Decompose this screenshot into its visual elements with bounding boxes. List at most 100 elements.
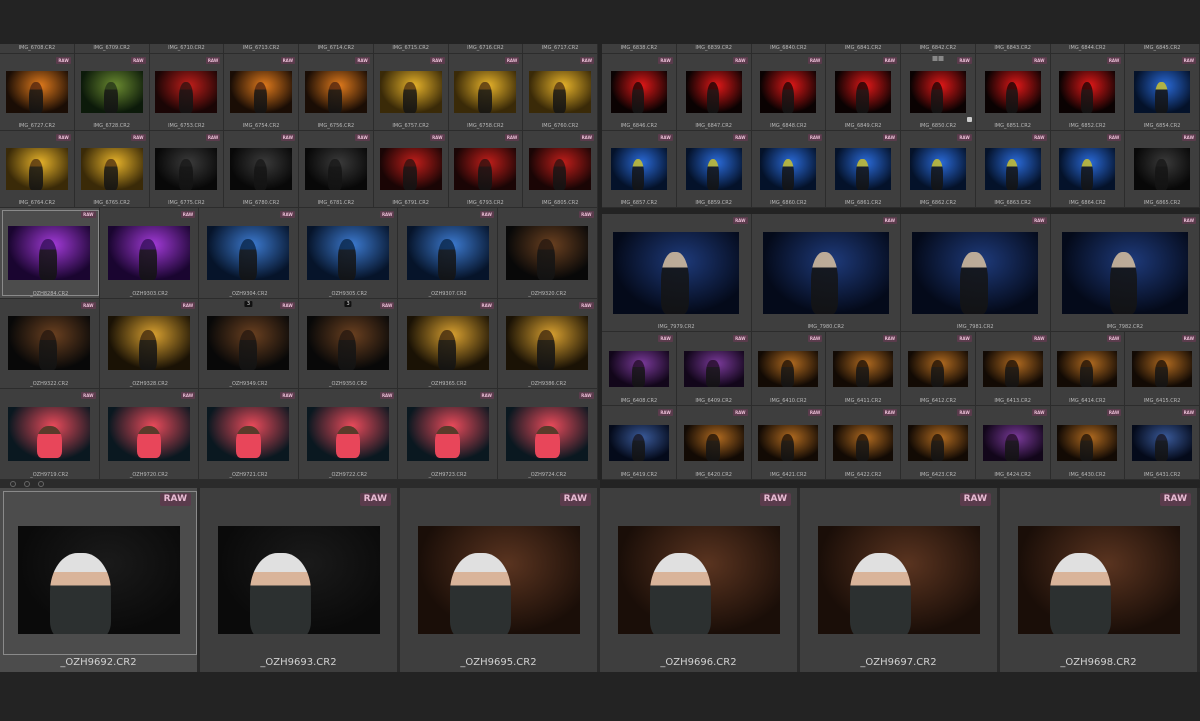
photo-cell[interactable]: RAW IMG_6865.CR2 bbox=[1125, 131, 1200, 208]
photo-cell[interactable]: RAW IMG_6758.CR2 bbox=[448, 54, 524, 131]
photo-cell[interactable]: RAW IMG_6423.CR2 bbox=[901, 406, 976, 480]
photo-cell[interactable]: RAW IMG_6409.CR2 bbox=[676, 332, 752, 406]
photo-cell[interactable]: RAW IMG_6781.CR2 bbox=[299, 131, 374, 208]
photo-cell[interactable]: RAW IMG_6412.CR2 bbox=[901, 332, 976, 406]
photo-cell[interactable]: RAW IMG_6863.CR2 bbox=[975, 131, 1051, 208]
photo-cell-header[interactable]: IMG_6710.CR2 bbox=[149, 44, 225, 54]
photo-cell-header[interactable]: IMG_6841.CR2 bbox=[826, 44, 901, 54]
photo-cell[interactable]: RAW _OZH9328.CR2 bbox=[99, 298, 200, 390]
file-name: IMG_7982.CR2 bbox=[1106, 324, 1144, 330]
photo-cell[interactable]: RAW 3 _OZH9349.CR2 bbox=[199, 298, 299, 390]
photo-cell-header[interactable]: IMG_6845.CR2 bbox=[1125, 44, 1200, 54]
photo-cell[interactable]: RAW IMG_7979.CR2 bbox=[602, 214, 752, 332]
photo-cell[interactable]: RAW IMG_6414.CR2 bbox=[1050, 332, 1126, 406]
photo-cell[interactable]: RAW IMG_6419.CR2 bbox=[602, 406, 677, 480]
photo-cell[interactable]: RAW IMG_6854.CR2 bbox=[1125, 54, 1200, 131]
photo-cell[interactable]: RAW _OZH9320.CR2 bbox=[497, 208, 598, 299]
photo-cell-header[interactable]: IMG_6713.CR2 bbox=[224, 44, 299, 54]
photo-cell[interactable]: RAW _OZH9303.CR2 bbox=[99, 208, 200, 299]
photo-cell[interactable]: RAW IMG_6411.CR2 bbox=[826, 332, 901, 406]
photo-cell[interactable]: RAW _OZH9723.CR2 bbox=[398, 389, 498, 480]
photo-cell[interactable]: RAW _OZH9697.CR2 bbox=[800, 488, 1000, 672]
photo-cell[interactable]: RAW _OZH9365.CR2 bbox=[398, 298, 498, 390]
photo-cell[interactable]: RAW IMG_6415.CR2 bbox=[1125, 332, 1200, 406]
photo-cell-header[interactable]: IMG_6840.CR2 bbox=[751, 44, 827, 54]
stack-count-badge[interactable]: 3 bbox=[344, 300, 352, 307]
photo-cell[interactable]: RAW IMG_6780.CR2 bbox=[224, 131, 299, 208]
photo-cell[interactable]: RAW IMG_6424.CR2 bbox=[975, 406, 1051, 480]
photo-cell[interactable]: RAW _OZH9386.CR2 bbox=[497, 298, 598, 390]
photo-cell[interactable]: RAW _OZH9724.CR2 bbox=[497, 389, 598, 480]
photo-cell-header[interactable]: IMG_6709.CR2 bbox=[74, 44, 150, 54]
photo-cell[interactable]: RAW IMG_6791.CR2 bbox=[373, 131, 449, 208]
photo-cell-header[interactable]: IMG_6842.CR2 bbox=[901, 44, 976, 54]
photo-cell[interactable]: RAW IMG_6847.CR2 bbox=[676, 54, 752, 131]
photo-cell[interactable]: RAW IMG_6846.CR2 bbox=[602, 54, 677, 131]
photo-thumbnail bbox=[1059, 148, 1116, 190]
photo-cell[interactable]: RAW _OZH9693.CR2 bbox=[200, 488, 400, 672]
photo-cell[interactable]: RAW _OZH9322.CR2 bbox=[0, 298, 100, 390]
photo-cell[interactable]: RAW _OZH8284.CR2 bbox=[0, 208, 100, 299]
photo-cell[interactable]: RAW _OZH9695.CR2 bbox=[400, 488, 600, 672]
photo-cell[interactable]: RAW _OZH9307.CR2 bbox=[398, 208, 498, 299]
photo-cell[interactable]: RAW IMG_6862.CR2 bbox=[901, 131, 976, 208]
photo-cell[interactable]: RAW IMG_6852.CR2 bbox=[1050, 54, 1126, 131]
photo-cell[interactable]: RAW IMG_6753.CR2 bbox=[149, 54, 225, 131]
photo-cell[interactable]: RAW IMG_6421.CR2 bbox=[751, 406, 827, 480]
photo-cell[interactable]: RAW _OZH9696.CR2 bbox=[600, 488, 800, 672]
photo-cell[interactable]: RAW IMG_6754.CR2 bbox=[224, 54, 299, 131]
photo-cell[interactable]: RAW IMG_6850.CR2 bbox=[901, 54, 976, 131]
photo-cell-header[interactable]: IMG_6843.CR2 bbox=[975, 44, 1051, 54]
photo-cell[interactable]: RAW IMG_6849.CR2 bbox=[826, 54, 901, 131]
photo-cell[interactable]: RAW _OZH9305.CR2 bbox=[298, 208, 399, 299]
photo-cell[interactable]: RAW IMG_6765.CR2 bbox=[74, 131, 150, 208]
photo-cell[interactable]: RAW IMG_6764.CR2 bbox=[0, 131, 75, 208]
photo-cell[interactable]: RAW IMG_6860.CR2 bbox=[751, 131, 827, 208]
photo-cell[interactable]: RAW IMG_7981.CR2 bbox=[901, 214, 1051, 332]
photo-cell[interactable]: RAW _OZH9722.CR2 bbox=[298, 389, 399, 480]
photo-cell[interactable]: RAW IMG_6757.CR2 bbox=[373, 54, 449, 131]
photo-cell[interactable]: RAW IMG_6859.CR2 bbox=[676, 131, 752, 208]
pick-flag-icon[interactable] bbox=[966, 117, 972, 122]
photo-cell[interactable]: RAW IMG_6756.CR2 bbox=[299, 54, 374, 131]
photo-cell[interactable]: RAW IMG_6727.CR2 bbox=[0, 54, 75, 131]
photo-cell[interactable]: RAW IMG_6420.CR2 bbox=[676, 406, 752, 480]
photo-cell[interactable]: RAW IMG_6775.CR2 bbox=[149, 131, 225, 208]
photo-cell[interactable]: RAW _OZH9719.CR2 bbox=[0, 389, 100, 480]
photo-cell[interactable]: RAW _OZH9304.CR2 bbox=[199, 208, 299, 299]
stack-count-badge[interactable]: 3 bbox=[244, 300, 253, 307]
photo-cell[interactable]: RAW IMG_7980.CR2 bbox=[751, 214, 901, 332]
photo-cell-header[interactable]: IMG_6715.CR2 bbox=[373, 44, 449, 54]
photo-cell[interactable]: RAW IMG_6413.CR2 bbox=[975, 332, 1051, 406]
photo-cell[interactable]: RAW IMG_6728.CR2 bbox=[74, 54, 150, 131]
photo-cell[interactable]: RAW IMG_6793.CR2 bbox=[448, 131, 524, 208]
photo-cell-header[interactable]: IMG_6844.CR2 bbox=[1050, 44, 1126, 54]
photo-cell[interactable]: RAW IMG_6422.CR2 bbox=[826, 406, 901, 480]
photo-cell[interactable]: RAW IMG_6864.CR2 bbox=[1050, 131, 1126, 208]
toolbar-circle-icon[interactable] bbox=[38, 481, 44, 487]
photo-cell[interactable]: RAW IMG_7982.CR2 bbox=[1050, 214, 1200, 332]
photo-cell[interactable]: RAW _OZH9692.CR2 bbox=[0, 488, 200, 672]
photo-cell-header[interactable]: IMG_6714.CR2 bbox=[299, 44, 374, 54]
photo-cell[interactable]: RAW IMG_6805.CR2 bbox=[523, 131, 598, 208]
photo-cell[interactable]: RAW _OZH9698.CR2 bbox=[1000, 488, 1200, 672]
toolbar-circle-icon[interactable] bbox=[10, 481, 16, 487]
photo-cell[interactable]: RAW IMG_6760.CR2 bbox=[523, 54, 598, 131]
photo-cell-header[interactable]: IMG_6838.CR2 bbox=[602, 44, 677, 54]
photo-cell[interactable]: RAW IMG_6861.CR2 bbox=[826, 131, 901, 208]
photo-cell[interactable]: RAW IMG_6851.CR2 bbox=[975, 54, 1051, 131]
photo-cell-header[interactable]: IMG_6839.CR2 bbox=[676, 44, 752, 54]
photo-cell[interactable]: RAW _OZH9721.CR2 bbox=[199, 389, 299, 480]
photo-cell[interactable]: RAW _OZH9720.CR2 bbox=[99, 389, 200, 480]
photo-cell-header[interactable]: IMG_6717.CR2 bbox=[523, 44, 598, 54]
photo-cell[interactable]: RAW IMG_6857.CR2 bbox=[602, 131, 677, 208]
photo-cell-header[interactable]: IMG_6708.CR2 bbox=[0, 44, 75, 54]
photo-cell[interactable]: RAW IMG_6848.CR2 bbox=[751, 54, 827, 131]
photo-cell-header[interactable]: IMG_6716.CR2 bbox=[448, 44, 524, 54]
photo-cell[interactable]: RAW IMG_6431.CR2 bbox=[1125, 406, 1200, 480]
toolbar-circle-icon[interactable] bbox=[24, 481, 30, 487]
photo-cell[interactable]: RAW IMG_6430.CR2 bbox=[1050, 406, 1126, 480]
photo-cell[interactable]: RAW IMG_6408.CR2 bbox=[602, 332, 677, 406]
photo-cell[interactable]: RAW IMG_6410.CR2 bbox=[751, 332, 827, 406]
photo-cell[interactable]: RAW 3 _OZH9350.CR2 bbox=[298, 298, 399, 390]
